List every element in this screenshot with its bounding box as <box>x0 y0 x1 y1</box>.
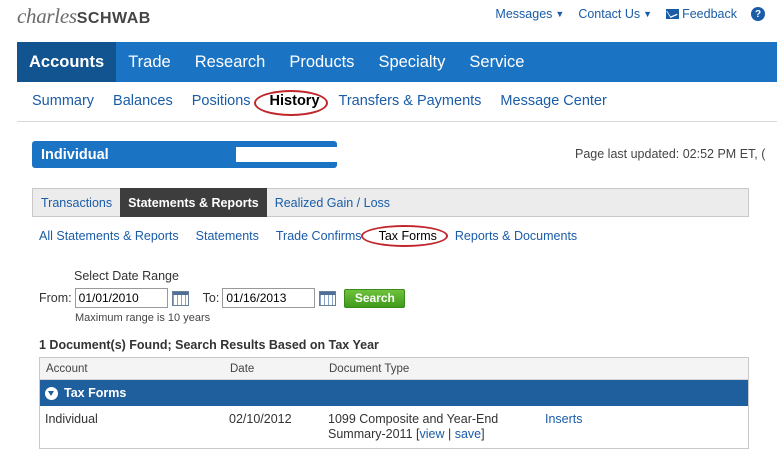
close-bracket: ] <box>481 427 485 441</box>
tab-transactions[interactable]: Transactions <box>33 189 120 216</box>
messages-link[interactable]: Messages ▼ <box>495 7 564 21</box>
col-date: Date <box>230 362 255 375</box>
nav-service[interactable]: Service <box>457 42 536 82</box>
subtab-reports-documents[interactable]: Reports & Documents <box>455 229 577 243</box>
group-tax-forms[interactable]: Tax Forms <box>40 380 748 406</box>
account-selector[interactable]: Individual <box>32 141 348 168</box>
redacted-account-number <box>236 147 348 162</box>
sub-nav: Summary Balances Positions History Trans… <box>32 93 626 109</box>
tax-forms-highlight-oval <box>361 225 448 247</box>
calendar-icon[interactable] <box>319 290 337 306</box>
documents-table: Account Date Document Type Tax Forms Ind… <box>39 357 749 449</box>
calendar-icon[interactable] <box>171 290 189 306</box>
history-tabs: Transactions Statements & Reports Realiz… <box>32 188 749 217</box>
from-date-input[interactable] <box>74 288 168 308</box>
feedback-label: Feedback <box>682 7 737 21</box>
schwab-logo[interactable]: charlesSCHWAB <box>17 4 151 29</box>
to-label: To: <box>202 291 220 305</box>
subtab-trade-confirms[interactable]: Trade Confirms <box>276 229 362 243</box>
subnav-summary[interactable]: Summary <box>32 93 94 109</box>
table-header: Account Date Document Type <box>40 358 748 380</box>
subtab-statements[interactable]: Statements <box>196 229 259 243</box>
caret-down-icon: ▼ <box>555 9 565 19</box>
to-date-input[interactable] <box>222 288 316 308</box>
col-account: Account <box>46 362 88 375</box>
subnav-balances[interactable]: Balances <box>113 93 173 109</box>
account-selector-label: Individual <box>41 146 109 163</box>
contact-label: Contact Us <box>578 7 641 21</box>
inserts-link[interactable]: Inserts <box>545 412 583 426</box>
logo-script: charles <box>17 4 77 28</box>
date-range-title: Select Date Range <box>74 269 179 283</box>
collapse-icon <box>45 386 58 400</box>
divider <box>17 121 777 122</box>
subtab-all-statements[interactable]: All Statements & Reports <box>39 229 179 243</box>
search-button[interactable]: Search <box>344 288 406 308</box>
main-nav: Accounts Trade Research Products Special… <box>17 42 777 82</box>
row-account: Individual <box>45 412 98 426</box>
nav-accounts[interactable]: Accounts <box>17 42 117 82</box>
envelope-icon <box>666 9 680 19</box>
history-highlight-oval <box>254 90 328 116</box>
subnav-message-center[interactable]: Message Center <box>500 93 606 109</box>
statement-subtabs: All Statements & Reports Statements Trad… <box>39 229 594 243</box>
feedback-link[interactable]: Feedback <box>666 7 737 21</box>
tab-realized-gain-loss[interactable]: Realized Gain / Loss <box>267 189 398 216</box>
group-label: Tax Forms <box>64 386 127 400</box>
nav-products[interactable]: Products <box>277 42 366 82</box>
messages-label: Messages <box>495 7 553 21</box>
from-label: From: <box>39 291 72 305</box>
row-type-line2: Summary-2011 [view | save] <box>328 427 485 441</box>
contact-link[interactable]: Contact Us ▼ <box>578 7 652 21</box>
row-type-line2-text: Summary-2011 [ <box>328 427 420 441</box>
nav-trade[interactable]: Trade <box>116 42 183 82</box>
nav-research[interactable]: Research <box>183 42 278 82</box>
row-type-line1: 1099 Composite and Year-End <box>328 412 499 426</box>
nav-specialty[interactable]: Specialty <box>366 42 457 82</box>
date-range-row: From: To: Search <box>39 288 406 308</box>
table-row: Individual 02/10/2012 1099 Composite and… <box>40 406 748 448</box>
help-icon[interactable]: ? <box>751 7 765 21</box>
subnav-transfers[interactable]: Transfers & Payments <box>339 93 482 109</box>
caret-down-icon: ▼ <box>643 9 653 19</box>
view-link[interactable]: view <box>419 427 444 441</box>
page-updated-text: Page last updated: 02:52 PM ET, ( <box>575 147 766 161</box>
dropdown-arrow-icon <box>320 151 330 157</box>
save-link[interactable]: save <box>455 427 481 441</box>
tab-statements-reports[interactable]: Statements & Reports <box>120 188 267 217</box>
col-document-type: Document Type <box>329 362 410 375</box>
subnav-positions[interactable]: Positions <box>192 93 251 109</box>
range-note: Maximum range is 10 years <box>75 312 211 324</box>
link-separator: | <box>444 427 455 441</box>
logo-bold: SCHWAB <box>76 10 151 27</box>
row-date: 02/10/2012 <box>229 412 292 426</box>
utility-nav: Messages ▼ Contact Us ▼ Feedback ? <box>495 7 777 21</box>
results-summary: 1 Document(s) Found; Search Results Base… <box>39 338 379 352</box>
